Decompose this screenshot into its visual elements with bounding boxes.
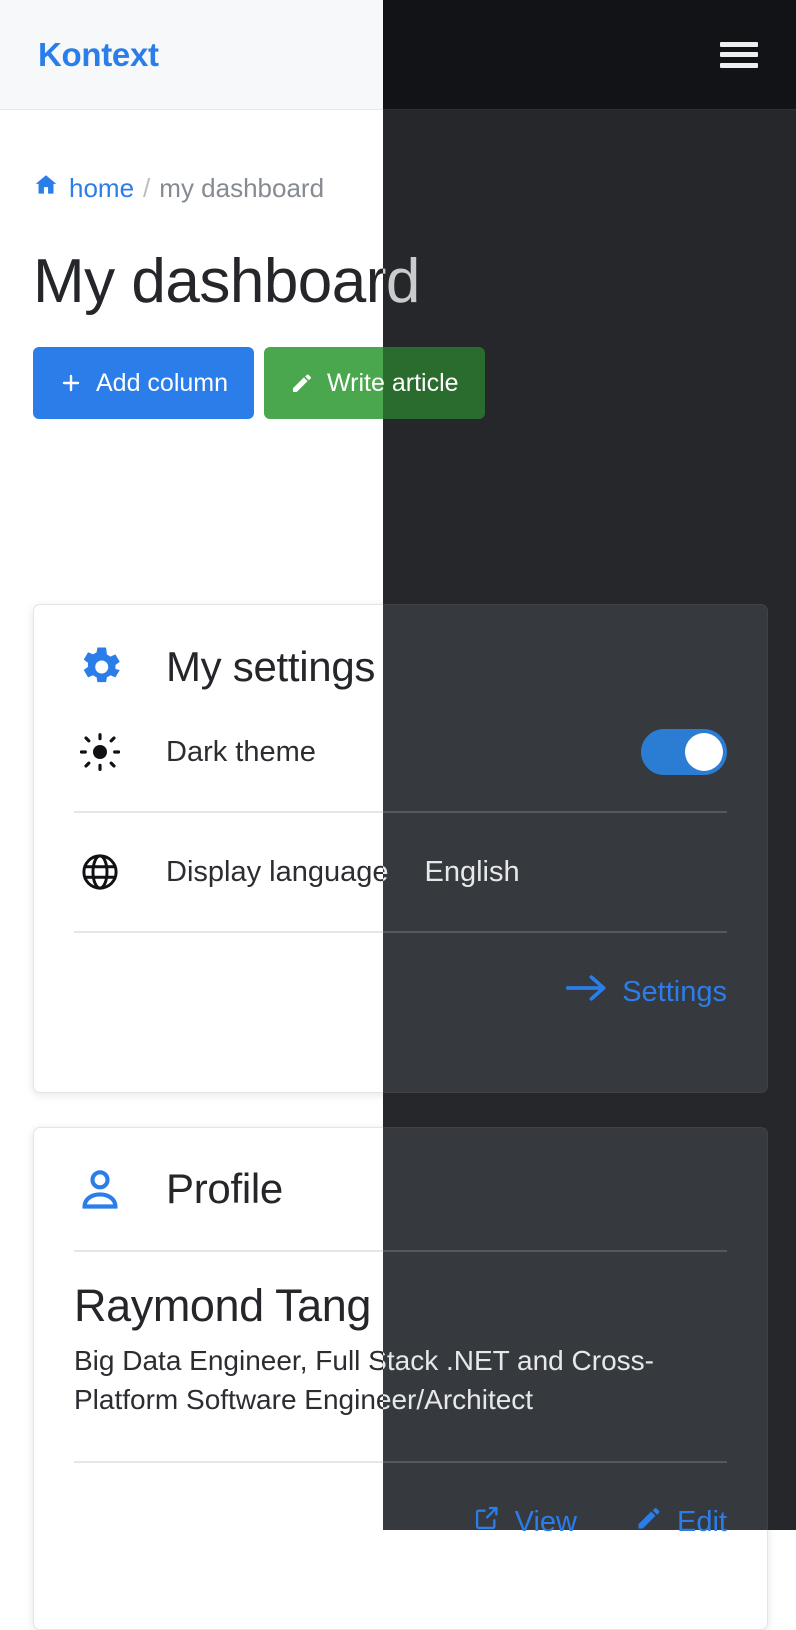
- breadcrumb-home-label: home: [69, 173, 135, 203]
- plus-icon: [59, 371, 83, 395]
- display-language-label: Display language: [166, 855, 389, 888]
- home-icon: [33, 172, 59, 205]
- breadcrumb-separator: /: [143, 173, 151, 203]
- settings-link[interactable]: Settings: [566, 973, 727, 1011]
- globe-icon: [74, 851, 126, 893]
- settings-link-label: Settings: [622, 975, 727, 1008]
- sun-icon: [74, 732, 126, 772]
- gear-icon: [74, 641, 126, 693]
- pencil-icon: [290, 371, 314, 395]
- breadcrumb-current: my dashboard: [159, 173, 325, 203]
- settings-card-title: My settings: [166, 643, 376, 690]
- toggle-knob: [685, 733, 723, 771]
- arrow-right-icon: [566, 973, 608, 1011]
- breadcrumb-home-link[interactable]: home: [33, 172, 134, 205]
- person-icon: [74, 1164, 126, 1214]
- add-column-button[interactable]: Add column: [33, 347, 255, 419]
- profile-card-title: Profile: [166, 1165, 283, 1212]
- hamburger-menu-icon-dark[interactable]: [720, 39, 758, 71]
- dark-theme-toggle[interactable]: [641, 729, 727, 775]
- app-logo[interactable]: Kontext: [38, 36, 159, 74]
- display-language-value: English: [424, 855, 520, 888]
- add-column-label: Add column: [96, 368, 229, 397]
- dark-theme-label: Dark theme: [166, 735, 316, 768]
